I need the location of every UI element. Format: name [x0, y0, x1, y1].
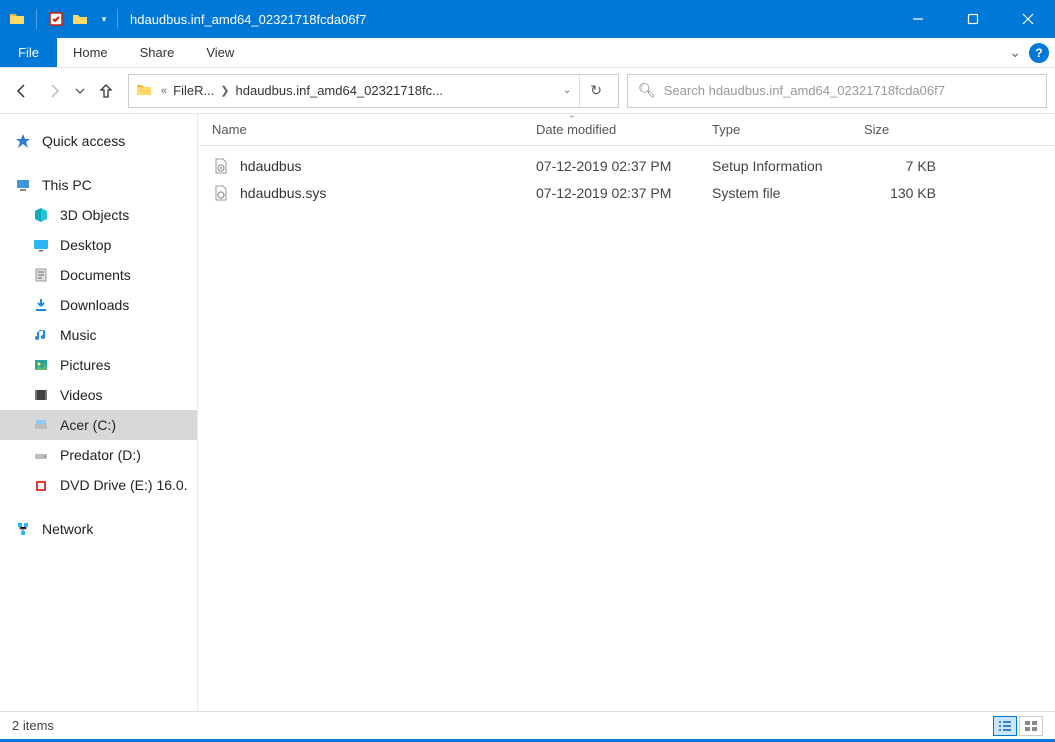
sidebar-item-desktop[interactable]: Desktop — [0, 230, 197, 260]
sidebar-item-3d-objects[interactable]: 3D Objects — [0, 200, 197, 230]
sidebar-label: Predator (D:) — [60, 447, 141, 463]
minimize-button[interactable] — [890, 0, 945, 38]
sidebar-label: Documents — [60, 267, 131, 283]
column-headers: Name ⌃ Date modified Type Size — [198, 114, 1055, 146]
network-icon — [14, 520, 32, 538]
dvd-icon — [32, 476, 50, 494]
chevron-right-icon[interactable]: ❯ — [214, 84, 235, 97]
help-icon[interactable]: ? — [1029, 43, 1049, 63]
search-input[interactable] — [664, 83, 1036, 98]
item-count: 2 items — [12, 718, 54, 733]
tab-home[interactable]: Home — [57, 38, 124, 67]
new-folder-icon[interactable] — [71, 10, 89, 28]
file-size: 7 KB — [850, 158, 950, 174]
drive-icon — [32, 446, 50, 464]
cube-icon — [32, 206, 50, 224]
properties-icon[interactable] — [47, 10, 65, 28]
videos-icon — [32, 386, 50, 404]
refresh-button[interactable]: ↻ — [579, 75, 612, 107]
sidebar-label: Downloads — [60, 297, 129, 313]
up-button[interactable] — [92, 77, 120, 105]
address-dropdown-icon[interactable]: ⌄ — [555, 85, 579, 96]
column-type[interactable]: Type — [698, 114, 850, 145]
file-name: hdaudbus — [240, 158, 302, 174]
breadcrumb-segment[interactable]: FileR... — [173, 83, 214, 98]
column-name[interactable]: Name — [198, 114, 522, 145]
sidebar-label: Acer (C:) — [60, 417, 116, 433]
nav-pane: Quick access This PC 3D Objects Desktop … — [0, 114, 198, 711]
file-type: Setup Information — [698, 158, 850, 174]
documents-icon — [32, 266, 50, 284]
sidebar-item-documents[interactable]: Documents — [0, 260, 197, 290]
column-size[interactable]: Size — [850, 114, 950, 145]
column-date[interactable]: Date modified — [522, 114, 698, 145]
breadcrumb-prefix[interactable]: « — [155, 85, 173, 97]
file-list-pane: Name ⌃ Date modified Type Size hdaudbus … — [198, 114, 1055, 711]
sidebar-quick-access[interactable]: Quick access — [0, 126, 197, 156]
search-box[interactable]: 🔍︎ — [627, 74, 1047, 108]
folder-icon — [8, 10, 26, 28]
file-size: 130 KB — [850, 185, 950, 201]
sidebar-label: DVD Drive (E:) 16.0. — [60, 477, 188, 493]
pictures-icon — [32, 356, 50, 374]
sidebar-item-dvd-e[interactable]: DVD Drive (E:) 16.0. — [0, 470, 197, 500]
sidebar-item-music[interactable]: Music — [0, 320, 197, 350]
sidebar-label: Music — [60, 327, 97, 343]
toolbar-dropdown-icon[interactable]: ▾ — [95, 10, 113, 28]
sidebar-label: Network — [42, 521, 93, 537]
inf-file-icon — [212, 157, 230, 175]
quick-access-toolbar: ▾ — [0, 9, 113, 29]
music-icon — [32, 326, 50, 344]
file-row[interactable]: hdaudbus 07-12-2019 02:37 PM Setup Infor… — [198, 152, 1055, 179]
download-icon — [32, 296, 50, 314]
star-icon — [14, 132, 32, 150]
navigation-bar: « FileR... ❯ hdaudbus.inf_amd64_02321718… — [0, 68, 1055, 114]
sidebar-item-acer-c[interactable]: Acer (C:) — [0, 410, 197, 440]
status-bar: 2 items — [0, 711, 1055, 739]
back-button[interactable] — [8, 77, 36, 105]
file-date: 07-12-2019 02:37 PM — [522, 158, 698, 174]
sidebar-network[interactable]: Network — [0, 514, 197, 544]
ribbon-expand-icon[interactable]: ⌄ — [1009, 44, 1021, 61]
sidebar-item-predator-d[interactable]: Predator (D:) — [0, 440, 197, 470]
address-bar[interactable]: « FileR... ❯ hdaudbus.inf_amd64_02321718… — [128, 74, 619, 108]
breadcrumb-segment[interactable]: hdaudbus.inf_amd64_02321718fc... — [236, 83, 443, 98]
desktop-icon — [32, 236, 50, 254]
sidebar-label: Pictures — [60, 357, 111, 373]
ribbon: File Home Share View ⌄ ? — [0, 38, 1055, 68]
sidebar-item-videos[interactable]: Videos — [0, 380, 197, 410]
drive-icon — [32, 416, 50, 434]
sidebar-label: Desktop — [60, 237, 111, 253]
search-icon: 🔍︎ — [638, 82, 664, 99]
recent-dropdown[interactable] — [72, 77, 88, 105]
pc-icon — [14, 176, 32, 194]
details-view-button[interactable] — [993, 716, 1017, 736]
titlebar: ▾ hdaudbus.inf_amd64_02321718fcda06f7 — [0, 0, 1055, 38]
sort-indicator-icon: ⌃ — [568, 114, 576, 125]
file-name: hdaudbus.sys — [240, 185, 326, 201]
sys-file-icon — [212, 184, 230, 202]
sidebar-item-downloads[interactable]: Downloads — [0, 290, 197, 320]
close-button[interactable] — [1000, 0, 1055, 38]
file-row[interactable]: hdaudbus.sys 07-12-2019 02:37 PM System … — [198, 179, 1055, 206]
tab-share[interactable]: Share — [124, 38, 191, 67]
sidebar-label: 3D Objects — [60, 207, 129, 223]
sidebar-this-pc[interactable]: This PC — [0, 170, 197, 200]
sidebar-item-pictures[interactable]: Pictures — [0, 350, 197, 380]
file-date: 07-12-2019 02:37 PM — [522, 185, 698, 201]
maximize-button[interactable] — [945, 0, 1000, 38]
sidebar-label: Quick access — [42, 133, 125, 149]
file-menu[interactable]: File — [0, 38, 57, 67]
file-type: System file — [698, 185, 850, 201]
thumbnails-view-button[interactable] — [1019, 716, 1043, 736]
forward-button — [40, 77, 68, 105]
sidebar-label: This PC — [42, 177, 92, 193]
tab-view[interactable]: View — [190, 38, 250, 67]
sidebar-label: Videos — [60, 387, 103, 403]
address-folder-icon — [135, 81, 155, 101]
window-title: hdaudbus.inf_amd64_02321718fcda06f7 — [122, 12, 890, 27]
